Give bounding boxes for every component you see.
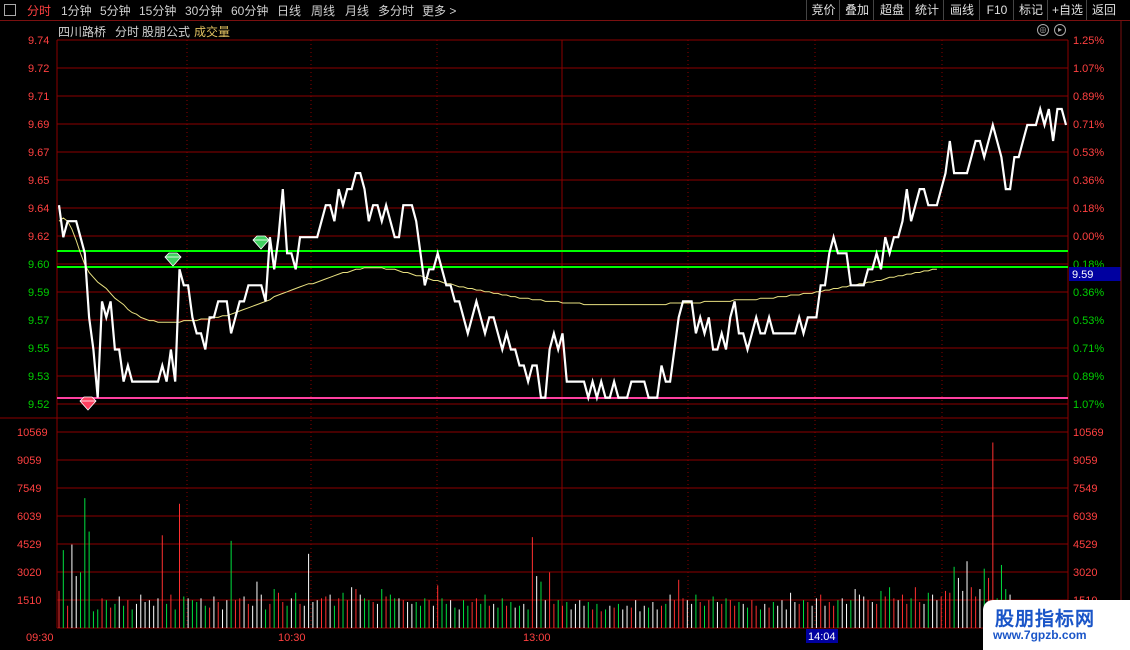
tab-monthly[interactable]: 月线 xyxy=(345,2,369,19)
volume-axis-label: 6039 xyxy=(17,511,41,523)
price-axis-label: 9.67 xyxy=(28,147,49,159)
tab-1min[interactable]: 1分钟 xyxy=(61,2,92,19)
sell-signal-icon-shape xyxy=(79,396,97,411)
intraday-chart[interactable]: 9.74 9.72 9.71 9.69 9.67 9.65 9.64 9.62 9.60 9.59… xyxy=(0,0,1130,650)
expand-icon[interactable]: ▸ xyxy=(1054,24,1066,36)
window-menu-icon[interactable] xyxy=(4,4,16,16)
percent-axis-label: 0.71% xyxy=(1073,119,1104,131)
stats-button[interactable]: 统计 xyxy=(909,0,944,20)
period-toolbar: 分时 1分钟 5分钟 15分钟 30分钟 60分钟 日线 周线 月线 多分时 更… xyxy=(0,0,1130,21)
f10-button[interactable]: F10 xyxy=(979,0,1014,20)
volume-axis-label: 7549 xyxy=(17,483,41,495)
logo-title: 股朋指标网 xyxy=(995,609,1096,630)
back-button[interactable]: 返回 xyxy=(1086,0,1121,20)
percent-axis-label: 0.36% xyxy=(1073,287,1104,299)
volume-axis-label-right: 6039 xyxy=(1073,511,1097,523)
tab-more[interactable]: 更多 > xyxy=(422,2,456,19)
percent-axis-label: 1.25% xyxy=(1073,35,1104,47)
tab-5min[interactable]: 5分钟 xyxy=(100,2,131,19)
logo-url: www.7gpzb.com xyxy=(993,628,1087,642)
percent-axis-label: 0.53% xyxy=(1073,315,1104,327)
percent-axis-label: 1.07% xyxy=(1073,63,1104,75)
mark-button[interactable]: 标记 xyxy=(1013,0,1048,20)
auction-button[interactable]: 竞价 xyxy=(806,0,840,20)
price-axis-label: 9.65 xyxy=(28,175,49,187)
volume-axis-label: 4529 xyxy=(17,539,41,551)
volume-axis-label-right: 10569 xyxy=(1073,427,1104,439)
price-axis-label: 9.57 xyxy=(28,315,49,327)
price-cursor-label: 9.59 xyxy=(1072,269,1093,281)
percent-axis-label: 0.00% xyxy=(1073,231,1104,243)
price-axis-label: 9.62 xyxy=(28,231,49,243)
sell-signal-icon xyxy=(79,396,97,411)
price-axis-label: 9.52 xyxy=(28,399,49,411)
percent-axis-label: 1.07% xyxy=(1073,399,1104,411)
price-axis-label: 9.59 xyxy=(28,287,49,299)
time-axis-label: 10:30 xyxy=(278,632,306,644)
percent-axis-label: 0.53% xyxy=(1073,147,1104,159)
formula-label[interactable]: 股朋公式 xyxy=(142,23,190,40)
percent-axis-label: 0.89% xyxy=(1073,371,1104,383)
settings-icon[interactable]: ◎ xyxy=(1037,24,1049,36)
percent-axis-label: 0.18% xyxy=(1073,203,1104,215)
price-axis-label: 9.74 xyxy=(28,35,49,47)
tab-multi-intraday[interactable]: 多分时 xyxy=(378,2,414,19)
volume-axis-label-right: 9059 xyxy=(1073,455,1097,467)
mode-label: 分时 xyxy=(115,25,140,39)
percent-axis-label: 0.36% xyxy=(1073,175,1104,187)
price-axis-label: 9.64 xyxy=(28,203,49,215)
percent-axis-label: 0.89% xyxy=(1073,91,1104,103)
overlay-button[interactable]: 叠加 xyxy=(839,0,874,20)
price-axis-label: 9.72 xyxy=(28,63,49,75)
volume-axis-label-right: 4529 xyxy=(1073,539,1097,551)
volume-axis-label: 1510 xyxy=(17,595,41,607)
draw-button[interactable]: 画线 xyxy=(943,0,980,20)
price-axis-label: 9.69 xyxy=(28,119,49,131)
volume-axis-label: 10569 xyxy=(17,427,48,439)
buy-signal-icon xyxy=(252,235,270,250)
tab-60min[interactable]: 60分钟 xyxy=(231,2,268,19)
stock-name: 四川路桥 xyxy=(58,25,107,39)
add-watchlist-button[interactable]: +自选 xyxy=(1047,0,1087,20)
site-logo: 股朋指标网 www.7gpzb.com xyxy=(983,600,1130,650)
price-axis-label: 9.60 xyxy=(28,259,49,271)
tab-intraday[interactable]: 分时 xyxy=(27,2,51,19)
tab-30min[interactable]: 30分钟 xyxy=(185,2,222,19)
time-cursor-label: 14:04 xyxy=(808,631,836,643)
tab-15min[interactable]: 15分钟 xyxy=(139,2,176,19)
volume-axis-label: 9059 xyxy=(17,455,41,467)
volume-axis-label-right: 7549 xyxy=(1073,483,1097,495)
buy-signal-icon-shape xyxy=(252,235,270,250)
price-axis-label: 9.71 xyxy=(28,91,49,103)
indicator-label[interactable]: 成交量 xyxy=(194,23,230,40)
price-axis-label: 9.55 xyxy=(28,343,49,355)
tab-weekly[interactable]: 周线 xyxy=(311,2,335,19)
super-button[interactable]: 超盘 xyxy=(873,0,910,20)
volume-axis-label: 3020 xyxy=(17,567,41,579)
volume-axis-label-right: 3020 xyxy=(1073,567,1097,579)
time-axis-label: 13:00 xyxy=(523,632,551,644)
tab-daily[interactable]: 日线 xyxy=(277,2,301,19)
price-axis-label: 9.53 xyxy=(28,371,49,383)
time-axis-label: 09:30 xyxy=(26,632,54,644)
percent-axis-label: 0.71% xyxy=(1073,343,1104,355)
